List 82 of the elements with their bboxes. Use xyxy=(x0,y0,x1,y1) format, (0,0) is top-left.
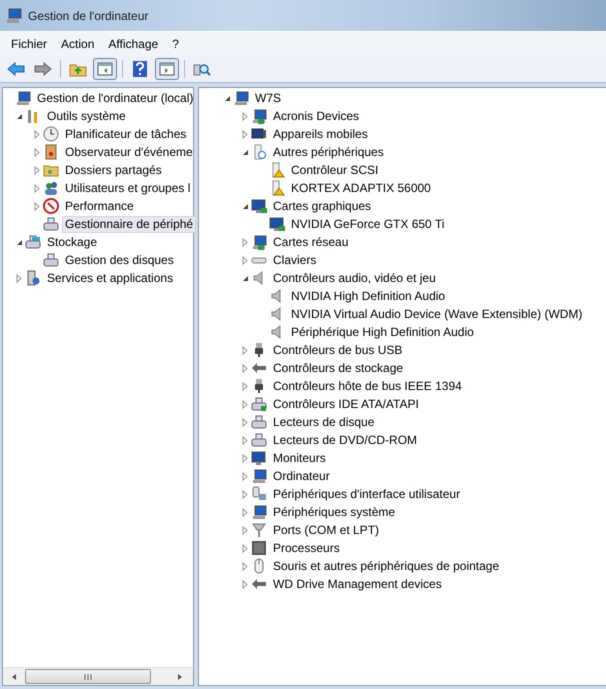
tree-item[interactable]: Ports (COM et LPT) xyxy=(270,522,382,538)
computer-icon xyxy=(251,504,267,520)
tree-item[interactable]: NVIDIA High Definition Audio xyxy=(288,288,448,304)
tree-item[interactable]: Lecteurs de DVD/CD-ROM xyxy=(270,432,420,448)
tree-item[interactable]: WD Drive Management devices xyxy=(270,576,445,592)
toolbar-button[interactable] xyxy=(155,58,179,80)
tree-item[interactable]: W7S xyxy=(252,90,284,106)
display-adapter-icon xyxy=(269,216,285,232)
collapse-arrow-icon[interactable] xyxy=(242,274,248,282)
tree-item[interactable]: Autres périphériques xyxy=(270,144,387,160)
menu-item[interactable]: ? xyxy=(165,37,186,51)
menu-item[interactable]: Fichier xyxy=(4,37,54,51)
tree-item[interactable]: Périphériques système xyxy=(270,504,398,520)
tree-item[interactable]: Claviers xyxy=(270,252,320,268)
collapse-arrow-icon[interactable] xyxy=(242,148,248,156)
tree-item[interactable]: Acronis Devices xyxy=(270,108,362,124)
disk-icon xyxy=(43,252,59,268)
tree-item[interactable]: Gestion des disques xyxy=(62,252,177,268)
expand-arrow-icon[interactable] xyxy=(16,274,22,282)
tree-item[interactable]: Moniteurs xyxy=(270,450,329,466)
collapse-arrow-icon[interactable] xyxy=(224,94,230,102)
window-title: Gestion de l'ordinateur xyxy=(28,8,148,22)
back-arrow-icon xyxy=(7,62,25,76)
tree-item[interactable]: Contrôleur SCSI xyxy=(288,162,382,178)
tree-item[interactable]: Utilisateurs et groupes l xyxy=(62,180,194,196)
tree-item[interactable]: Observateur d'événeme xyxy=(62,144,196,160)
collapse-arrow-icon[interactable] xyxy=(242,202,248,210)
ide-controller-icon xyxy=(251,396,267,412)
panel-icon xyxy=(159,62,175,76)
clock-icon xyxy=(43,126,59,142)
tree-item[interactable]: Périphérique High Definition Audio xyxy=(288,324,477,340)
computer-icon xyxy=(15,90,31,106)
collapse-arrow-icon[interactable] xyxy=(16,112,22,120)
display-adapter-icon xyxy=(251,198,267,214)
tree-item[interactable]: Contrôleurs audio, vidéo et jeu xyxy=(270,270,439,286)
menu-item[interactable]: Action xyxy=(54,37,102,51)
network-computer-icon xyxy=(251,234,267,250)
log-book-icon xyxy=(43,144,59,160)
tree-item[interactable]: Contrôleurs IDE ATA/ATAPI xyxy=(270,396,422,412)
tree-item[interactable]: Lecteurs de disque xyxy=(270,414,378,430)
tree-item[interactable]: Contrôleurs de stockage xyxy=(270,360,406,376)
tree-item[interactable]: Périphériques d'interface utilisateur xyxy=(270,486,464,502)
tree-item[interactable]: KORTEX ADAPTIX 56000 xyxy=(288,180,434,196)
network-computer-icon xyxy=(251,108,267,124)
tree-item[interactable]: Cartes réseau xyxy=(270,234,352,250)
tree-item[interactable]: Stockage xyxy=(44,234,100,250)
input-device-icon xyxy=(251,486,267,502)
toolbar-button[interactable] xyxy=(93,58,117,80)
port-icon xyxy=(251,522,267,538)
storage-icon xyxy=(25,234,41,250)
forward-arrow-icon xyxy=(34,62,52,76)
scrollbar-thumb[interactable] xyxy=(25,669,151,684)
panel-icon xyxy=(97,62,113,76)
tree-item[interactable]: Souris et autres périphériques de pointage xyxy=(270,558,502,574)
collapse-arrow-icon[interactable] xyxy=(16,238,22,246)
tree-item[interactable]: Processeurs xyxy=(270,540,343,556)
printer-device-icon xyxy=(43,216,59,232)
tree-item[interactable]: Cartes graphiques xyxy=(270,198,374,214)
tree-item[interactable]: Performance xyxy=(62,198,137,214)
tree-item[interactable]: NVIDIA GeForce GTX 650 Ti xyxy=(288,216,448,232)
computer-icon xyxy=(233,90,249,106)
tree-item[interactable]: Contrôleurs hôte de bus IEEE 1394 xyxy=(270,378,465,394)
computer-icon xyxy=(6,8,22,24)
users-icon xyxy=(43,180,59,196)
help-icon xyxy=(133,61,147,77)
tree-item[interactable]: NVIDIA Virtual Audio Device (Wave Extensible) (WDM) xyxy=(288,306,586,322)
tree-item[interactable]: Gestionnaire de périphé xyxy=(62,216,196,232)
tree-item[interactable]: Dossiers partagés xyxy=(62,162,165,178)
grip-icon xyxy=(84,674,92,680)
menu-item[interactable]: Affichage xyxy=(101,37,166,51)
tree-item[interactable]: Appareils mobiles xyxy=(270,126,371,142)
horizontal-scrollbar[interactable] xyxy=(3,667,193,685)
chip-icon xyxy=(251,540,267,556)
computer-icon xyxy=(251,468,267,484)
tree-item[interactable]: Planificateur de tâches xyxy=(62,126,190,142)
tree-item[interactable]: Contrôleurs de bus USB xyxy=(270,342,406,358)
monitor-icon xyxy=(251,450,267,466)
tree-item[interactable]: Services et applications xyxy=(44,270,176,286)
tree-item[interactable]: Outils système xyxy=(44,108,129,124)
tree-item[interactable]: Ordinateur xyxy=(270,468,333,484)
tree-item[interactable]: Gestion de l'ordinateur (local) xyxy=(34,90,196,106)
drive-icon xyxy=(251,414,267,430)
